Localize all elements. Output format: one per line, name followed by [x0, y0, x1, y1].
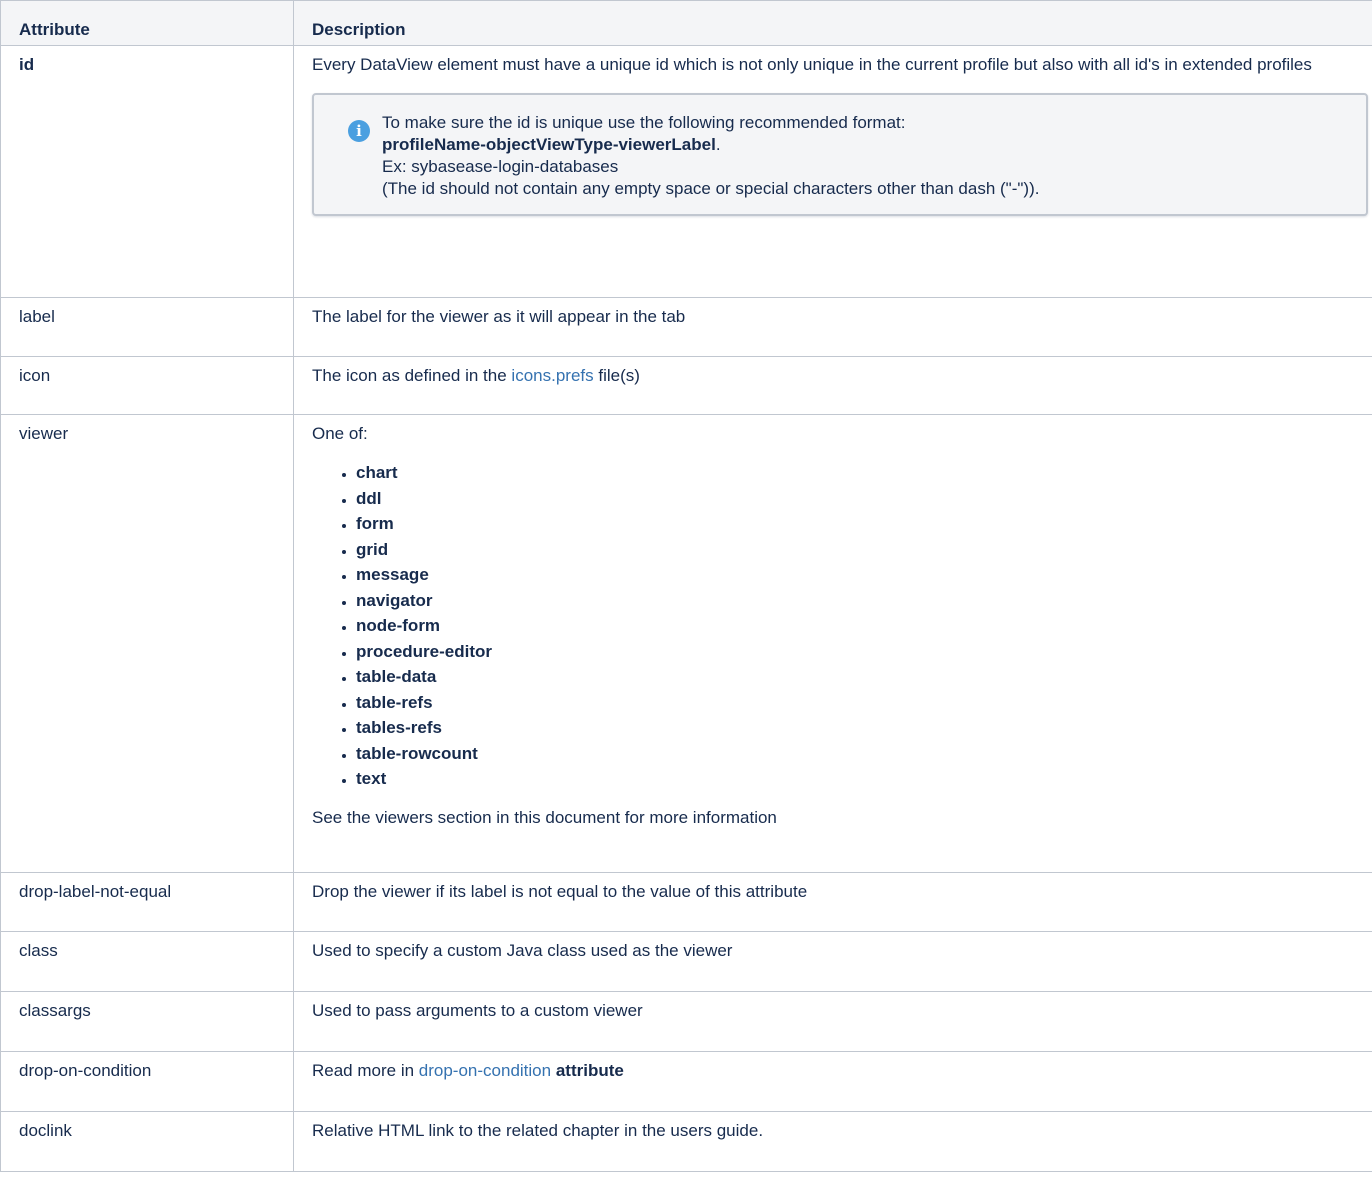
attribute-name: doclink: [0, 1111, 294, 1172]
table-row: viewer One of: chartddlformgridmessagena…: [0, 414, 1372, 873]
table-row: class Used to specify a custom Java clas…: [0, 931, 1372, 992]
viewer-option: table-refs: [356, 690, 1362, 716]
table-row: doclink Relative HTML link to the relate…: [0, 1111, 1372, 1172]
attribute-description: The icon as defined in the icons.prefs f…: [293, 356, 1372, 415]
description-text: Every DataView element must have a uniqu…: [312, 55, 1312, 74]
attribute-description: Every DataView element must have a uniqu…: [293, 45, 1372, 298]
header-row: Attribute Description: [0, 0, 1372, 46]
viewer-option: ddl: [356, 486, 1362, 512]
description-text: Read more in: [312, 1061, 419, 1080]
viewer-option: form: [356, 511, 1362, 537]
viewer-options-list: chartddlformgridmessagenavigatornode-for…: [312, 460, 1362, 792]
attribute-name: id: [0, 45, 294, 298]
table-row: label The label for the viewer as it wil…: [0, 297, 1372, 357]
table-row: icon The icon as defined in the icons.pr…: [0, 356, 1372, 415]
viewer-option: procedure-editor: [356, 639, 1362, 665]
attribute-description: The label for the viewer as it will appe…: [293, 297, 1372, 357]
attributes-table: Attribute Description id Every DataView …: [0, 0, 1372, 1172]
info-panel: i To make sure the id is unique use the …: [312, 93, 1368, 216]
attribute-name: classargs: [0, 991, 294, 1052]
viewer-option: navigator: [356, 588, 1362, 614]
table-row: drop-on-condition Read more in drop-on-c…: [0, 1051, 1372, 1112]
viewer-option: chart: [356, 460, 1362, 486]
viewer-option: table-rowcount: [356, 741, 1362, 767]
table-row: drop-label-not-equal Drop the viewer if …: [0, 872, 1372, 932]
attribute-description: Read more in drop-on-condition attribute: [293, 1051, 1372, 1112]
description-text: The icon as defined in the: [312, 366, 512, 385]
header-description: Description: [293, 0, 1372, 46]
attribute-name: viewer: [0, 414, 294, 873]
attribute-name: drop-label-not-equal: [0, 872, 294, 932]
viewer-option: grid: [356, 537, 1362, 563]
attribute-description: Relative HTML link to the related chapte…: [293, 1111, 1372, 1172]
description-text: file(s): [593, 366, 640, 385]
table-row: classargs Used to pass arguments to a cu…: [0, 991, 1372, 1052]
info-note: (The id should not contain any empty spa…: [382, 179, 1040, 198]
info-icon: i: [348, 120, 370, 142]
viewer-intro: One of:: [312, 424, 368, 443]
icons-prefs-link[interactable]: icons.prefs: [511, 366, 593, 385]
attribute-description: One of: chartddlformgridmessagenavigator…: [293, 414, 1372, 873]
attribute-description: Used to specify a custom Java class used…: [293, 931, 1372, 992]
viewer-option: table-data: [356, 664, 1362, 690]
viewer-option: node-form: [356, 613, 1362, 639]
attribute-description: Drop the viewer if its label is not equa…: [293, 872, 1372, 932]
viewer-option: tables-refs: [356, 715, 1362, 741]
info-example: Ex: sybasease-login-databases: [382, 157, 619, 176]
viewer-option: message: [356, 562, 1362, 588]
viewer-footer: See the viewers section in this document…: [312, 807, 777, 827]
format-pattern: profileName-objectViewType-viewerLabel: [382, 135, 716, 154]
header-attribute: Attribute: [0, 0, 294, 46]
table-row: id Every DataView element must have a un…: [0, 45, 1372, 298]
description-bold: attribute: [555, 1061, 624, 1080]
format-suffix: .: [715, 135, 721, 154]
attribute-name: class: [0, 931, 294, 992]
attribute-name: label: [0, 297, 294, 357]
attribute-name: drop-on-condition: [0, 1051, 294, 1112]
info-line: To make sure the id is unique use the fo…: [382, 113, 906, 132]
info-format: profileName-objectViewType-viewerLabel.: [382, 134, 1346, 156]
attribute-name: icon: [0, 356, 294, 415]
attribute-description: Used to pass arguments to a custom viewe…: [293, 991, 1372, 1052]
viewer-option: text: [356, 766, 1362, 792]
drop-on-condition-link[interactable]: drop-on-condition: [419, 1061, 551, 1080]
